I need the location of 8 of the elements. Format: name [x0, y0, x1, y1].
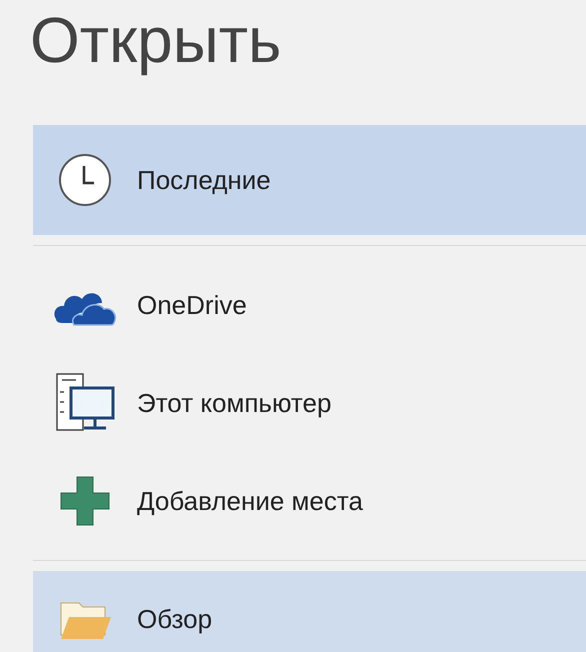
computer-icon	[54, 372, 116, 434]
clock-icon	[57, 152, 113, 208]
place-item[interactable]: Этот компьютер	[33, 354, 586, 452]
place-item[interactable]: OneDrive	[33, 256, 586, 354]
page-title: Открыть	[29, 3, 282, 78]
place-item[interactable]: Последние	[33, 125, 586, 235]
place-item[interactable]: Добавление места	[33, 452, 586, 550]
place-item[interactable]: Обзор	[33, 571, 586, 652]
